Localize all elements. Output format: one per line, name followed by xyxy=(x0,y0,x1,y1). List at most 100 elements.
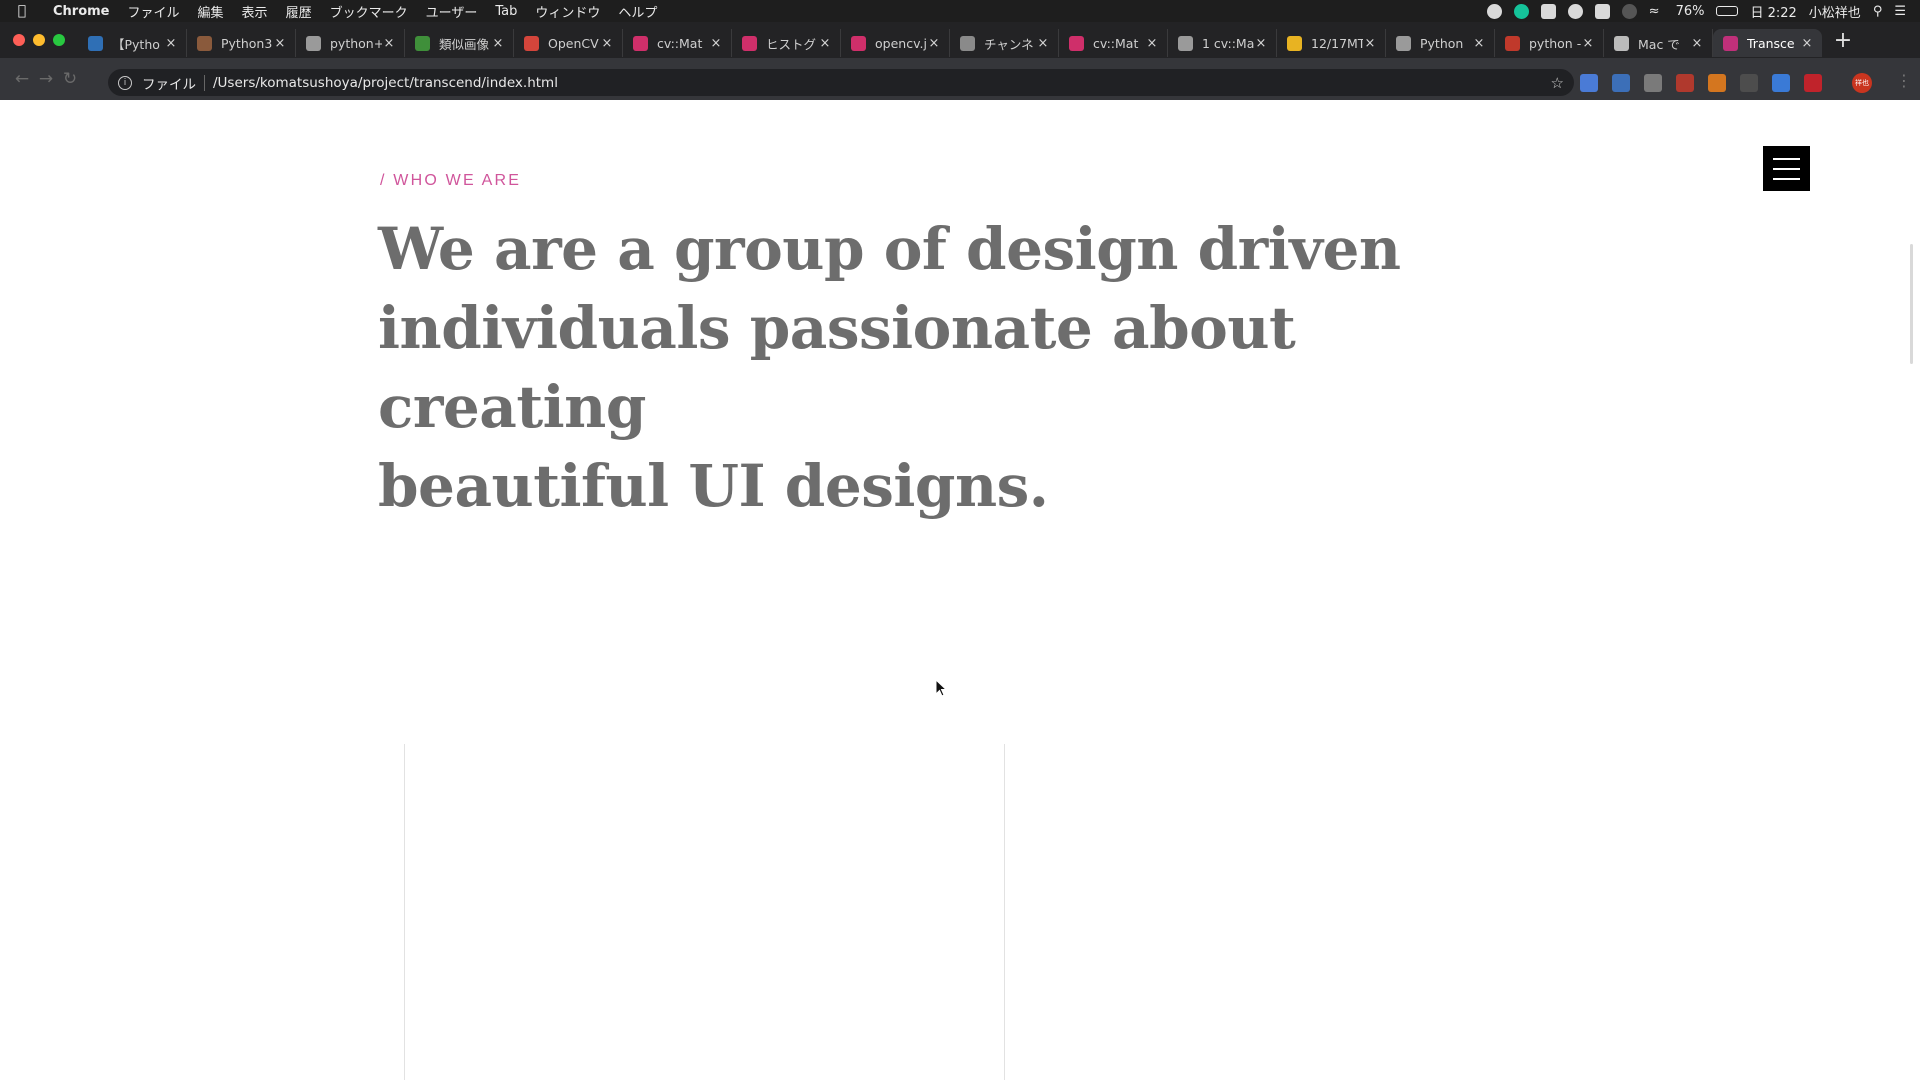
tab[interactable]: Python × xyxy=(1386,29,1495,57)
tab-close-icon[interactable]: × xyxy=(600,36,614,51)
tab-strip: 【Pytho × Python3 × python+ × 類似画像 × OpenCV × cv::M… xyxy=(0,22,1920,58)
tab-close-icon[interactable]: × xyxy=(1472,36,1486,51)
menu-help[interactable]: ヘルプ xyxy=(609,2,666,21)
tab[interactable]: Python3 × xyxy=(187,29,296,57)
omnibox-divider xyxy=(204,74,205,91)
tab-close-icon[interactable]: × xyxy=(818,36,832,51)
forward-icon[interactable]: → xyxy=(34,69,58,89)
tab-title: cv::Mat xyxy=(1093,35,1139,51)
battery-icon[interactable] xyxy=(1716,6,1739,16)
tab-title: ヒストグ xyxy=(766,36,817,52)
menu-bookmarks[interactable]: ブックマーク xyxy=(321,2,417,21)
menu-tab[interactable]: Tab xyxy=(486,4,526,19)
spotlight-icon[interactable]: ⚲ xyxy=(1873,4,1883,19)
extension-icon[interactable] xyxy=(1612,74,1630,92)
menu-file[interactable]: ファイル xyxy=(119,2,189,21)
tab[interactable]: cv::Mat × xyxy=(1059,29,1168,57)
tab-close-icon[interactable]: × xyxy=(164,36,178,51)
tab[interactable]: Mac で × xyxy=(1604,29,1713,57)
more-menu-icon[interactable]: ⋮ xyxy=(1896,71,1912,90)
tab-title: Mac で xyxy=(1638,36,1680,52)
tab-active[interactable]: Transce × xyxy=(1713,29,1822,57)
extension-icon[interactable] xyxy=(1708,74,1726,92)
apple-icon[interactable]:  xyxy=(0,3,44,19)
tab[interactable]: 1 cv::Ma × xyxy=(1168,29,1277,57)
extension-icon[interactable] xyxy=(1644,74,1662,92)
section-headline: We are a group of design driven individu… xyxy=(378,210,1538,526)
tab-title: Python3 xyxy=(221,35,273,51)
tab[interactable]: 【Pytho × xyxy=(78,29,187,57)
extension-icon[interactable] xyxy=(1740,74,1758,92)
macos-menu-bar:  Chrome ファイル 編集 表示 履歴 ブックマーク ユーザー Tab ウ… xyxy=(0,0,1920,22)
address-bar[interactable]: i ファイル /Users/komatsushoya/project/trans… xyxy=(108,69,1574,96)
url-text[interactable]: /Users/komatsushoya/project/transcend/in… xyxy=(213,75,558,91)
menu-window[interactable]: ウィンドウ xyxy=(526,2,609,21)
tab[interactable]: opencv.j × xyxy=(841,29,950,57)
hamburger-menu-button[interactable] xyxy=(1763,146,1810,191)
record-icon[interactable] xyxy=(1486,3,1502,19)
menu-view[interactable]: 表示 xyxy=(233,2,277,21)
bookmark-star-icon[interactable]: ☆ xyxy=(1551,74,1564,92)
back-icon[interactable]: ← xyxy=(10,69,34,89)
bluetooth-icon[interactable] xyxy=(1621,3,1637,19)
tab-favicon xyxy=(960,35,975,51)
tab-close-icon[interactable]: × xyxy=(491,36,505,51)
tab-title: python - xyxy=(1529,35,1581,51)
profile-avatar[interactable]: 祥也 xyxy=(1852,73,1872,93)
tab-title: Transce xyxy=(1747,35,1795,51)
tab[interactable]: python - × xyxy=(1495,29,1604,57)
close-window-button[interactable] xyxy=(13,34,25,46)
tab-title: 12/17MT xyxy=(1311,35,1363,51)
battery-percent: 76% xyxy=(1675,3,1705,19)
tab-close-icon[interactable]: × xyxy=(1254,36,1268,51)
tab-close-icon[interactable]: × xyxy=(927,36,941,51)
tab-title: 1 cv::Ma xyxy=(1202,35,1254,51)
tab-close-icon[interactable]: × xyxy=(1581,36,1595,51)
tab[interactable]: 類似画像 × xyxy=(405,29,514,57)
extension-icon[interactable] xyxy=(1580,74,1598,92)
tab-close-icon[interactable]: × xyxy=(273,36,287,51)
tabs: 【Pytho × Python3 × python+ × 類似画像 × OpenCV × cv::M… xyxy=(78,22,1822,58)
zoom-window-button[interactable] xyxy=(53,34,65,46)
input-method-icon[interactable] xyxy=(1594,3,1610,19)
tab-close-icon[interactable]: × xyxy=(1036,36,1050,51)
tab-close-icon[interactable]: × xyxy=(1690,36,1704,51)
headline-line: beautiful UI designs. xyxy=(378,452,1049,520)
site-info-icon[interactable]: i xyxy=(118,75,132,90)
tab-favicon xyxy=(1396,35,1411,51)
notification-center-icon[interactable]: ☰ xyxy=(1894,4,1906,19)
tab[interactable]: 12/17MT × xyxy=(1277,29,1386,57)
menu-edit[interactable]: 編集 xyxy=(189,2,233,21)
new-tab-button[interactable]: + xyxy=(1828,25,1858,55)
grammarly-icon[interactable] xyxy=(1513,3,1529,19)
tab[interactable]: OpenCV × xyxy=(514,29,623,57)
extension-icon[interactable] xyxy=(1676,74,1694,92)
user-name[interactable]: 小松祥也 xyxy=(1809,2,1861,21)
tab[interactable]: python+ × xyxy=(296,29,405,57)
tab-favicon xyxy=(524,35,539,51)
tab-close-icon[interactable]: × xyxy=(1800,36,1814,51)
menu-history[interactable]: 履歴 xyxy=(277,2,321,21)
tab[interactable]: チャンネ × xyxy=(950,29,1059,57)
menu-user[interactable]: ユーザー xyxy=(417,2,487,21)
scrollbar-thumb[interactable] xyxy=(1910,244,1913,364)
wifi-icon[interactable]: ≈ xyxy=(1649,4,1664,19)
extension-icon[interactable] xyxy=(1804,74,1822,92)
evernote-icon[interactable] xyxy=(1540,3,1556,19)
tab-close-icon[interactable]: × xyxy=(1363,36,1377,51)
tab-favicon xyxy=(742,35,757,51)
reload-icon[interactable]: ↻ xyxy=(58,69,82,89)
menu-app-chrome[interactable]: Chrome xyxy=(44,4,119,19)
tab-title: python+ xyxy=(330,35,382,51)
tab[interactable]: ヒストグ × xyxy=(732,29,841,57)
tab-close-icon[interactable]: × xyxy=(1145,36,1159,51)
extension-icon[interactable] xyxy=(1772,74,1790,92)
creative-cloud-icon[interactable] xyxy=(1567,3,1583,19)
tab-favicon xyxy=(851,35,866,51)
scheme-label: ファイル xyxy=(142,76,196,93)
tab-close-icon[interactable]: × xyxy=(709,36,723,51)
tab-close-icon[interactable]: × xyxy=(382,36,396,51)
tab[interactable]: cv::Mat × xyxy=(623,29,732,57)
clock[interactable]: 日 2:22 xyxy=(1750,2,1796,21)
minimize-window-button[interactable] xyxy=(33,34,45,46)
